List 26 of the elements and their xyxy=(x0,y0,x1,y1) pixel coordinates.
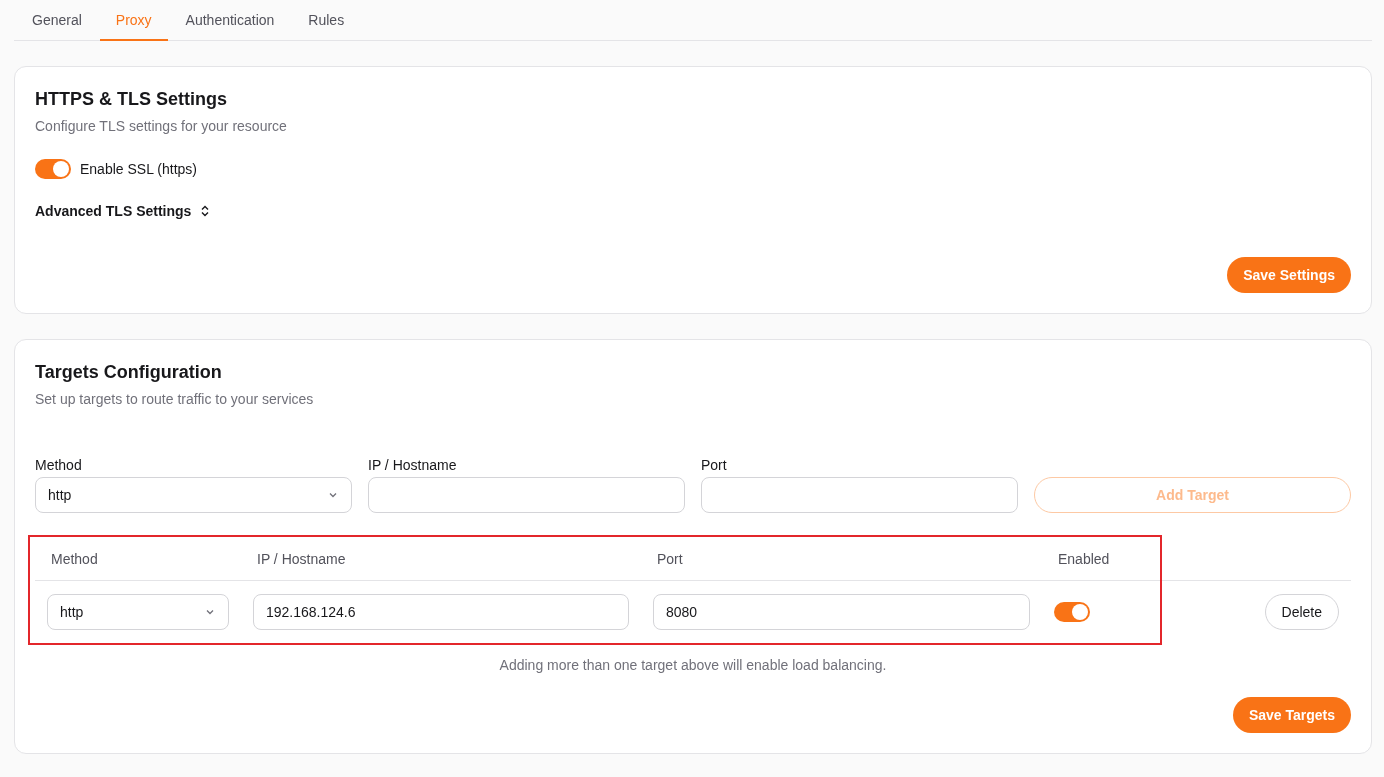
tab[interactable]: Authentication xyxy=(169,0,291,41)
hint-text: Adding more than one target above will enable load balancing. xyxy=(498,657,888,673)
delete-button[interactable]: Delete xyxy=(1264,594,1339,630)
switch-label: Enable SSL (https) xyxy=(80,161,197,177)
input-field[interactable]: 8080 xyxy=(653,594,1030,630)
card-title: Targets Configuration xyxy=(35,362,223,383)
method-select[interactable]: http xyxy=(35,477,352,513)
field-label: IP / Hostname xyxy=(368,457,458,473)
column-header: Method xyxy=(50,550,99,567)
enabled-switch[interactable] xyxy=(1054,602,1090,622)
card-description: Set up targets to route traffic to your services xyxy=(35,391,315,407)
advanced-toggle[interactable]: Advanced TLS Settings xyxy=(35,203,212,219)
card-title: HTTPS & TLS Settings xyxy=(35,89,228,110)
tab[interactable]: General xyxy=(16,0,98,41)
input-field[interactable] xyxy=(701,477,1018,513)
column-header: Enabled xyxy=(1057,550,1111,567)
field-label: Method xyxy=(35,457,83,473)
column-header: IP / Hostname xyxy=(256,550,347,567)
ssl-switch[interactable] xyxy=(35,159,71,179)
tab[interactable]: Rules xyxy=(292,0,361,41)
card-description: Configure TLS settings for your resource xyxy=(35,118,288,134)
column-header: Port xyxy=(656,550,684,567)
input-field[interactable] xyxy=(368,477,685,513)
input-field[interactable]: 192.168.124.6 xyxy=(253,594,629,630)
field-label: Port xyxy=(701,457,728,473)
method-select[interactable]: http xyxy=(47,594,229,630)
